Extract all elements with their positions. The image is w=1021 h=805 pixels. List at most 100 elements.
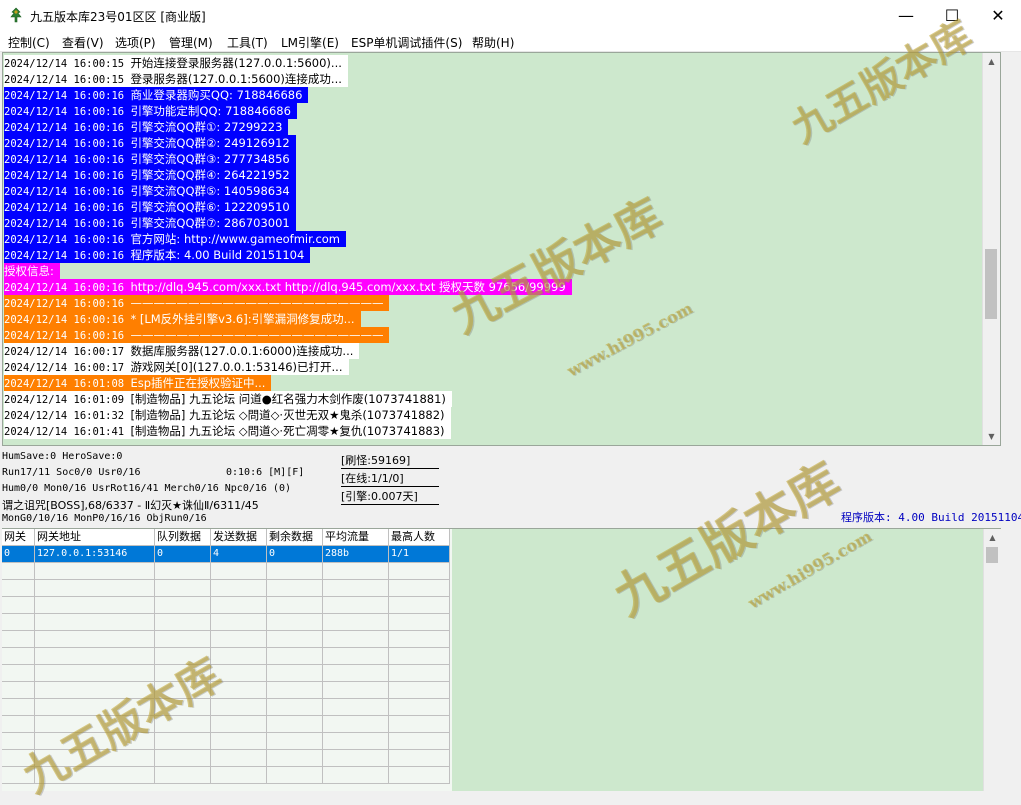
empty-cell [389, 733, 450, 750]
empty-cell [267, 614, 323, 631]
scroll-up-icon[interactable]: ▲ [983, 53, 1000, 70]
table-cell[interactable]: 288b [323, 546, 389, 563]
log-scrollbar[interactable]: ▲ ▼ [982, 53, 1000, 445]
column-header[interactable]: 剩余数据 [267, 529, 323, 546]
empty-cell [2, 716, 35, 733]
log-timestamp: 2024/12/14 16:01:09 [4, 394, 125, 406]
log-line: 2024/12/14 16:00:16 引擎交流QQ群⑥: 122209510 [4, 199, 296, 215]
log-timestamp: 2024/12/14 16:00:16 [4, 186, 125, 198]
column-header[interactable]: 发送数据 [211, 529, 267, 546]
empty-cell [389, 716, 450, 733]
empty-cell [155, 682, 211, 699]
run-status: Run17/11 Soc0/0 Usr0/16 [2, 467, 141, 478]
window-title: 九五版本库23号01区区 [商业版] [30, 10, 206, 24]
column-header[interactable]: 队列数据 [155, 529, 211, 546]
log-line: 2024/12/14 16:00:17 游戏网关[0](127.0.0.1:53… [4, 359, 349, 375]
table-cell[interactable]: 0 [267, 546, 323, 563]
menu-lm-engine[interactable]: LM引擎(E) [281, 34, 339, 51]
empty-cell [389, 750, 450, 767]
log-message: 引擎交流QQ群④: 264221952 [130, 168, 290, 182]
empty-cell [35, 699, 155, 716]
log-message: 商业登录器购买QQ: 718846686 [130, 88, 303, 102]
empty-cell [211, 750, 267, 767]
gateway-table[interactable]: 网关 网关地址 队列数据 发送数据 剩余数据 平均流量 最高人数 0 127.0.0.1:531… [2, 529, 452, 791]
column-header[interactable]: 网关 [2, 529, 35, 546]
empty-cell [35, 767, 155, 784]
scroll-down-icon[interactable]: ▼ [983, 428, 1000, 445]
empty-cell [35, 682, 155, 699]
column-header[interactable]: 平均流量 [323, 529, 389, 546]
log-timestamp: 2024/12/14 16:01:32 [4, 410, 125, 422]
table-cell[interactable]: 1/1 [389, 546, 450, 563]
empty-cell [2, 733, 35, 750]
menu-view[interactable]: 查看(V) [62, 34, 104, 51]
log-message: 数据库服务器(127.0.0.1:6000)连接成功... [130, 344, 354, 358]
title-bar[interactable]: 九五版本库23号01区区 [商业版] — ☐ ✕ [0, 0, 1021, 31]
maximize-button[interactable]: ☐ [929, 0, 975, 31]
empty-cell [389, 614, 450, 631]
empty-cell [2, 563, 35, 580]
log-line: 2024/12/14 16:00:16 ————————————————————… [4, 327, 390, 343]
log-line: 2024/12/14 16:01:32 [制造物品] 九五论坛 ◇問道◇·灭世无… [4, 407, 451, 423]
log-message: * [LM反外挂引擎v3.6]:引擎漏洞修复成功... [130, 312, 355, 326]
menu-help[interactable]: 帮助(H) [472, 34, 514, 51]
empty-cell [211, 665, 267, 682]
menu-esp-plugin[interactable]: ESP单机调试插件(S) [351, 34, 462, 51]
empty-cell [323, 563, 389, 580]
empty-cell [211, 767, 267, 784]
empty-cell [323, 733, 389, 750]
scroll-thumb[interactable] [985, 249, 997, 319]
empty-cell [211, 682, 267, 699]
empty-cell [323, 648, 389, 665]
empty-cell [155, 580, 211, 597]
empty-cell [2, 665, 35, 682]
empty-cell [35, 716, 155, 733]
empty-cell [389, 597, 450, 614]
empty-cell [35, 563, 155, 580]
empty-cell [211, 597, 267, 614]
close-button[interactable]: ✕ [975, 0, 1021, 31]
table-cell[interactable]: 4 [211, 546, 267, 563]
log-line: 2024/12/14 16:00:16 引擎交流QQ群⑦: 286703001 [4, 215, 296, 231]
empty-cell [211, 563, 267, 580]
empty-cell [211, 648, 267, 665]
empty-cell [389, 631, 450, 648]
log-message: [制造物品] 九五论坛 ◇問道◇·灭世无双★鬼杀(1073741882) [130, 408, 445, 422]
menu-control[interactable]: 控制(C) [8, 34, 50, 51]
empty-cell [2, 648, 35, 665]
empty-cell [35, 733, 155, 750]
log-message: 引擎交流QQ群②: 249126912 [130, 136, 290, 150]
minimize-button[interactable]: — [883, 0, 929, 31]
log-line: 2024/12/14 16:00:16 http://dlq.945.com/x… [4, 279, 572, 295]
log-timestamp: 2024/12/14 16:00:16 [4, 218, 125, 230]
table-cell[interactable]: 0 [2, 546, 35, 563]
log-timestamp: 2024/12/14 16:00:16 [4, 314, 125, 326]
table-cell[interactable]: 0 [155, 546, 211, 563]
log-line: 授权信息: [4, 263, 60, 279]
empty-cell [323, 614, 389, 631]
log-panel[interactable]: 2024/12/14 16:00:15 开始连接登录服务器(127.0.0.1:… [2, 52, 1001, 446]
grid-scrollbar[interactable]: ▲ [983, 529, 1001, 791]
log-timestamp: 2024/12/14 16:00:16 [4, 138, 125, 150]
menu-manage[interactable]: 管理(M) [169, 34, 213, 51]
column-header[interactable]: 最高人数 [389, 529, 450, 546]
empty-cell [155, 597, 211, 614]
table-cell[interactable]: 127.0.0.1:53146 [35, 546, 155, 563]
empty-cell [267, 563, 323, 580]
log-timestamp: 2024/12/14 16:00:16 [4, 122, 125, 134]
grid-scroll-up-icon[interactable]: ▲ [984, 529, 1001, 546]
log-line: 2024/12/14 16:00:16 引擎交流QQ群⑤: 140598634 [4, 183, 296, 199]
column-header[interactable]: 网关地址 [35, 529, 155, 546]
gateway-grid-panel[interactable]: 网关 网关地址 队列数据 发送数据 剩余数据 平均流量 最高人数 0 127.0.0.1:531… [2, 528, 1001, 791]
empty-cell [323, 699, 389, 716]
log-timestamp: 2024/12/14 16:01:08 [4, 378, 125, 390]
log-message: —————————————————————— [130, 296, 384, 310]
empty-cell [267, 682, 323, 699]
grid-scroll-thumb[interactable] [986, 547, 998, 563]
empty-cell [389, 648, 450, 665]
empty-cell [389, 563, 450, 580]
menu-tools[interactable]: 工具(T) [227, 34, 268, 51]
log-message: 引擎交流QQ群①: 27299223 [130, 120, 283, 134]
boss-status: 谓之诅咒[BOSS],68/6337 - Ⅱ幻灭★诛仙Ⅱ/6311/45 [2, 499, 259, 512]
menu-options[interactable]: 选项(P) [115, 34, 156, 51]
